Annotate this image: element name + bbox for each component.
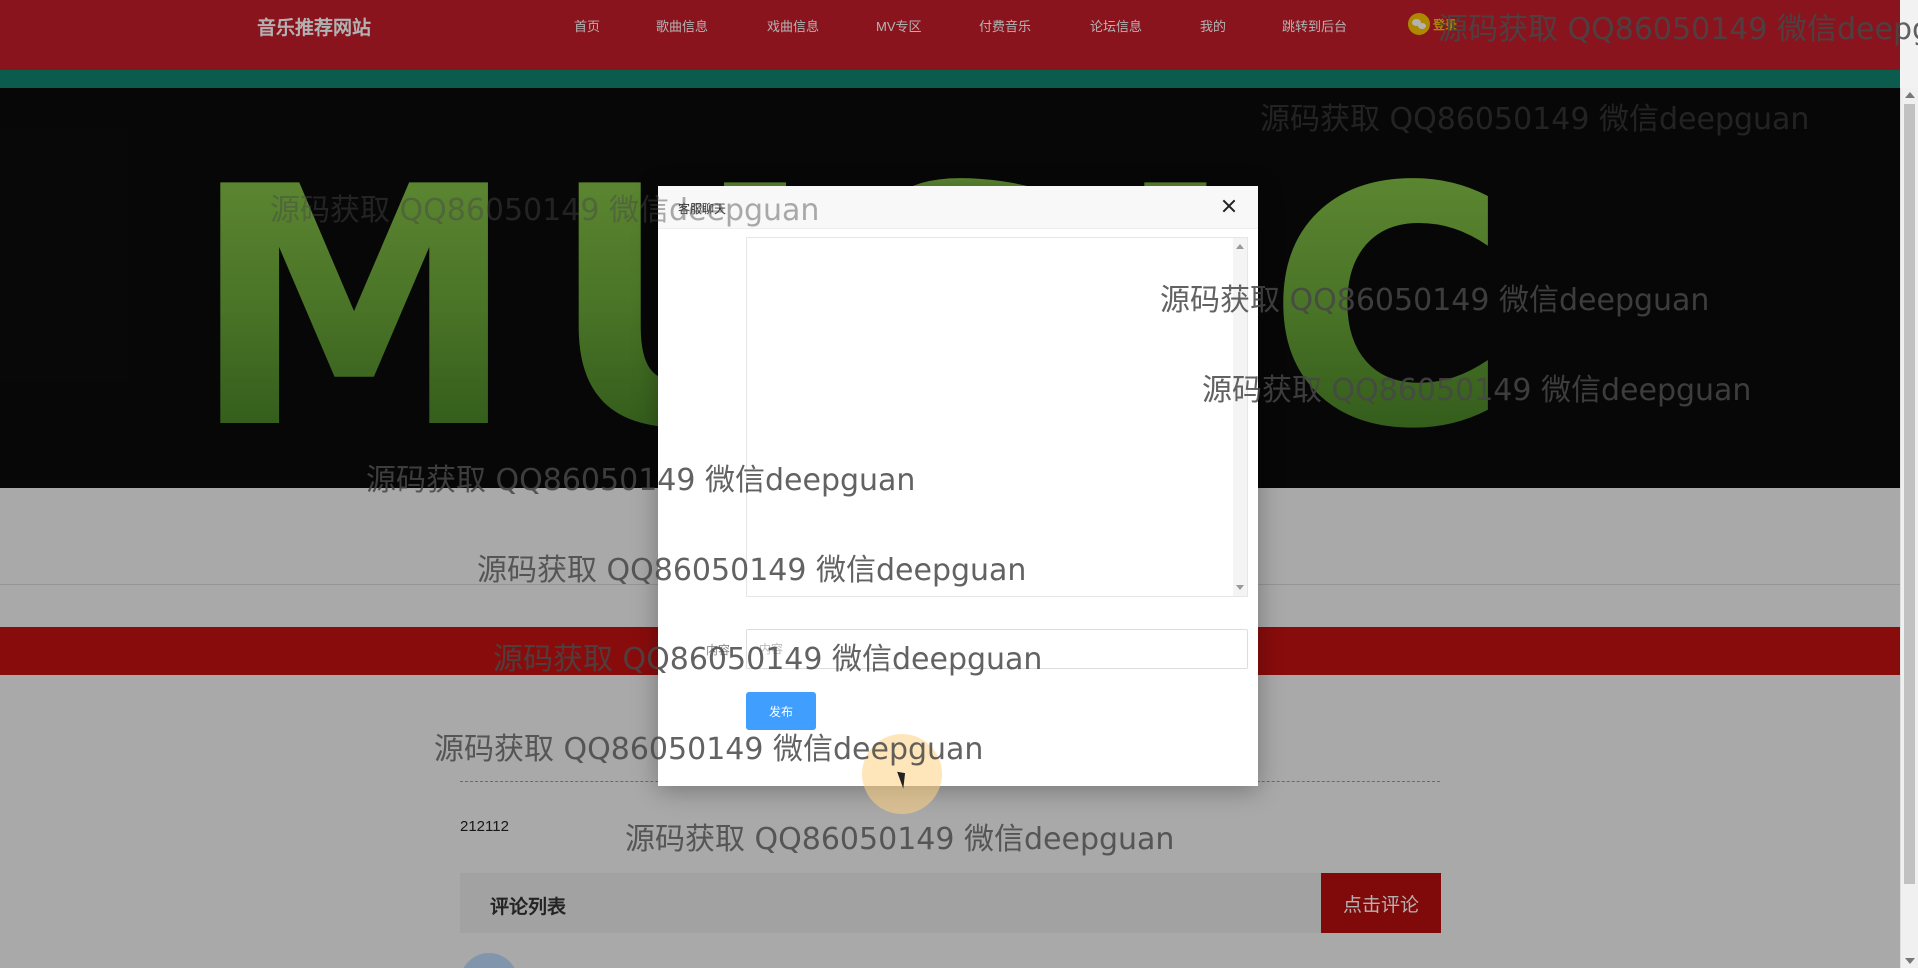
scroll-down-arrow-icon[interactable]	[1905, 958, 1915, 964]
chat-scroll-up-icon[interactable]	[1236, 244, 1244, 249]
modal-header: 客服聊天	[658, 186, 1258, 229]
close-icon[interactable]	[1221, 198, 1237, 214]
chat-scroll-down-icon[interactable]	[1236, 585, 1244, 590]
chat-modal: 客服聊天 内容 发布	[658, 186, 1258, 786]
page-scrollbar[interactable]	[1900, 88, 1918, 968]
modal-title: 客服聊天	[678, 202, 727, 216]
publish-button[interactable]: 发布	[746, 692, 816, 730]
scrollbar-thumb[interactable]	[1904, 104, 1915, 884]
chat-messages-area[interactable]	[746, 237, 1248, 597]
scroll-up-arrow-icon[interactable]	[1905, 92, 1915, 98]
message-label: 内容	[706, 643, 731, 657]
message-input[interactable]	[746, 629, 1248, 669]
chat-scrollbar[interactable]	[1233, 238, 1247, 596]
